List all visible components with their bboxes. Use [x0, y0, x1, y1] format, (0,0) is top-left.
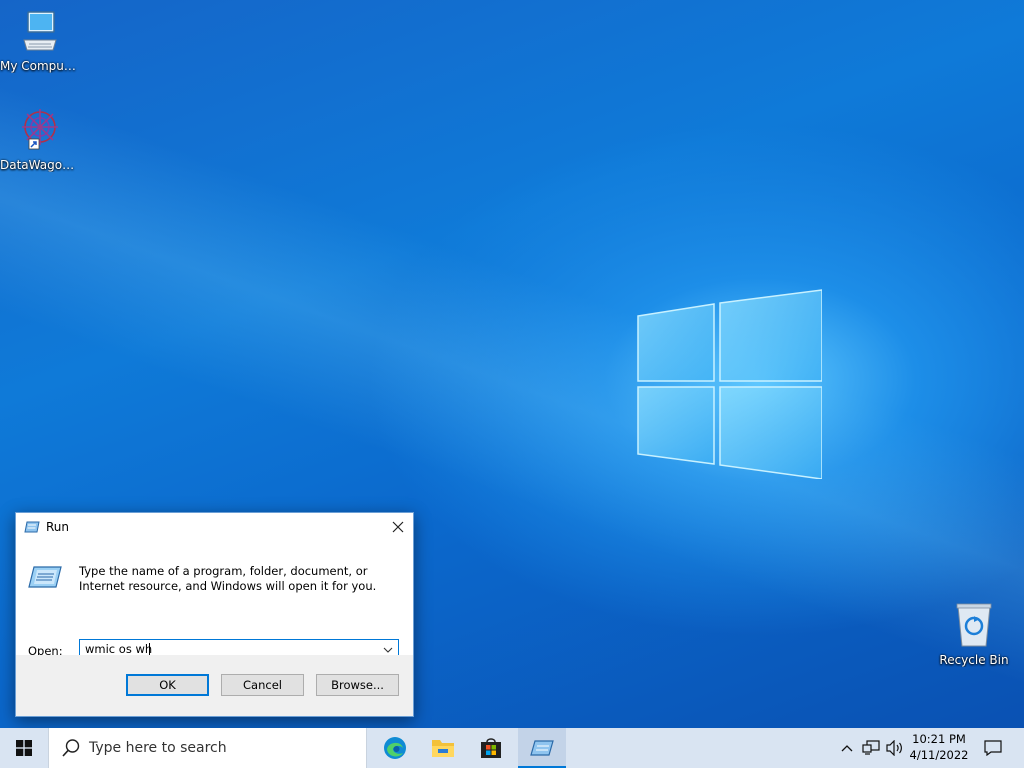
monitor-icon: [23, 11, 57, 51]
desktop-icon-label: My Computer: [0, 59, 80, 73]
open-input[interactable]: wmic os wh: [85, 642, 152, 656]
taskbar-store[interactable]: [467, 728, 515, 768]
windows-start-icon: [16, 740, 32, 756]
browse-button[interactable]: Browse...: [316, 674, 399, 696]
search-placeholder: Type here to search: [89, 740, 227, 756]
notification-icon: [984, 740, 1002, 756]
taskbar-clock[interactable]: 10:21 PM 4/11/2022: [905, 731, 973, 763]
run-dialog: Run Type the name of a program, folder, …: [15, 512, 414, 717]
clock-date: 4/11/2022: [909, 748, 969, 762]
run-icon: [24, 521, 40, 533]
run-dialog-description: Type the name of a program, folder, docu…: [79, 564, 377, 593]
desktop-icon-recycle-bin[interactable]: Recycle Bin: [934, 602, 1014, 667]
run-dialog-title: Run: [46, 520, 70, 534]
file-explorer-icon: [432, 740, 454, 757]
edge-icon: [384, 737, 406, 759]
run-icon: [530, 740, 554, 756]
close-button[interactable]: [383, 513, 413, 541]
ok-button[interactable]: OK: [126, 674, 209, 696]
taskbar: Type here to search 10:21 PM 4/11/2022: [0, 728, 1024, 768]
windows-wallpaper-logo: [637, 289, 822, 479]
desktop-icon-my-computer[interactable]: My Computer: [0, 10, 80, 73]
datawagon-shortcut-icon: [22, 109, 58, 150]
network-icon: [862, 740, 880, 755]
taskbar-search-box[interactable]: Type here to search: [48, 728, 367, 768]
start-button[interactable]: [0, 728, 48, 768]
volume-button[interactable]: [884, 728, 906, 768]
run-dialog-titlebar[interactable]: Run: [16, 513, 413, 541]
search-icon: [62, 739, 80, 757]
notification-center-button[interactable]: [978, 728, 1008, 768]
close-icon: [392, 521, 404, 533]
recycle-bin-icon: [956, 603, 992, 647]
run-dialog-footer: OK Cancel Browse...: [16, 655, 413, 716]
clock-time: 10:21 PM: [912, 732, 966, 746]
desktop-icon-datawagon[interactable]: DataWagon...: [0, 105, 80, 172]
desktop-icon-label: DataWagon...: [0, 158, 80, 172]
cancel-button[interactable]: Cancel: [221, 674, 304, 696]
speaker-icon: [886, 740, 902, 756]
run-large-icon: [28, 566, 62, 588]
network-button[interactable]: [860, 728, 882, 768]
taskbar-file-explorer[interactable]: [419, 728, 467, 768]
taskbar-edge[interactable]: [371, 728, 419, 768]
store-icon: [481, 738, 501, 758]
taskbar-run[interactable]: [518, 728, 566, 768]
show-hidden-icons-button[interactable]: [838, 728, 856, 768]
chevron-up-icon: [841, 745, 853, 752]
desktop-icon-label: Recycle Bin: [939, 653, 1009, 667]
